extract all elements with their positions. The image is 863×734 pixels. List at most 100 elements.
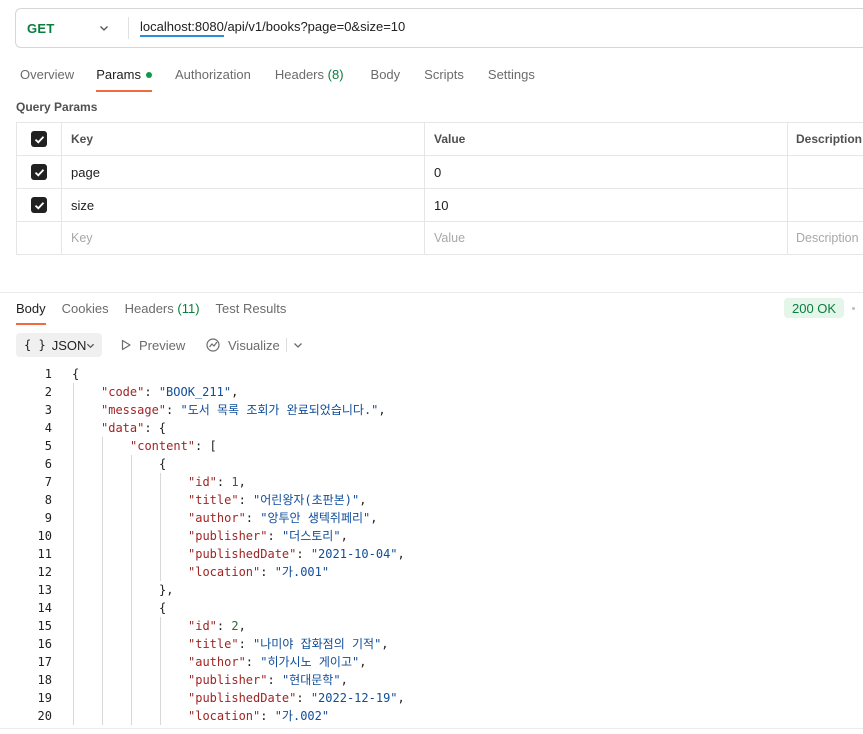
param-key-field[interactable]: size [62, 189, 425, 221]
tab-response-body[interactable]: Body [16, 301, 46, 325]
code-token: "2021-10-04" [310, 547, 398, 561]
code-token: "location" [188, 565, 261, 579]
code-token: "히가시노 게이고" [260, 655, 360, 669]
checkbox-checked-icon[interactable] [31, 164, 47, 180]
tab-label: Body [370, 67, 401, 82]
row-check-cell [17, 222, 62, 254]
code-line: 19 "publishedDate": "2022-12-19", [0, 689, 863, 707]
indent-guide [160, 707, 161, 725]
param-description-field[interactable] [788, 156, 863, 188]
code-line: 6{ [0, 455, 863, 473]
indent-guide [160, 689, 161, 707]
tab-response-headers[interactable]: Headers (11) [125, 301, 200, 325]
code-token: , [340, 529, 348, 543]
param-value-field[interactable]: 10 [425, 189, 788, 221]
tab-test-results[interactable]: Test Results [216, 301, 287, 325]
indent-guide [131, 707, 132, 725]
code-line: 12 "location": "가.001" [0, 563, 863, 581]
code-token: , [238, 475, 246, 489]
code-token: : [245, 655, 261, 669]
param-description-field[interactable] [788, 189, 863, 221]
tab-label: Overview [20, 67, 75, 82]
line-number: 3 [44, 403, 52, 417]
tab-params[interactable]: Params [96, 66, 152, 92]
tab-overview[interactable]: Overview [20, 66, 74, 92]
section-title: Query Params [16, 100, 98, 114]
checkbox-checked-icon[interactable] [31, 131, 47, 147]
chevron-down-icon[interactable] [293, 340, 303, 350]
method-select[interactable]: GET [16, 9, 128, 47]
code-text: "author": "앙투안 생텍쥐페리", [188, 509, 377, 527]
new-value-field[interactable]: Value [425, 222, 788, 254]
line-number: 13 [37, 583, 52, 597]
code-line: 8 "title": "어린왕자(초판본)", [0, 491, 863, 509]
code-token: : [260, 565, 275, 579]
tab-label: Test Results [215, 301, 287, 316]
response-body-viewer[interactable]: 1{2 "code": "BOOK_211", 3 "message": "도서 목록… [0, 365, 863, 725]
pane-divider[interactable] [0, 292, 863, 293]
code-token: "publishedDate" [188, 547, 297, 561]
visualize-button[interactable]: Visualize [205, 333, 280, 357]
code-token: : [296, 547, 311, 561]
code-token: : [216, 475, 232, 489]
code-token: { [159, 457, 167, 471]
code-token: , [231, 385, 239, 399]
checkbox-checked-icon[interactable] [31, 197, 47, 213]
preview-label: Preview [139, 337, 186, 353]
row-check-cell [17, 156, 62, 188]
new-key-field[interactable]: Key [62, 222, 425, 254]
indent-guide [131, 545, 132, 563]
indent-guide [102, 581, 103, 599]
param-key-field[interactable]: page [62, 156, 425, 188]
code-text: "publisher": "더스토리", [188, 527, 348, 545]
code-text: { [159, 455, 166, 473]
format-select[interactable]: { } JSON [16, 333, 102, 357]
tab-body[interactable]: Body [371, 66, 401, 92]
code-token: "data" [101, 421, 145, 435]
code-text: "message": "도서 목록 조회가 완료되었습니다.", [101, 401, 386, 419]
indent-guide [160, 563, 161, 581]
code-token: "더스토리" [281, 529, 341, 543]
code-token: "id" [188, 619, 217, 633]
indent-guide [73, 509, 74, 527]
code-token: , [397, 547, 405, 561]
tab-scripts[interactable]: Scripts [424, 66, 464, 92]
tab-label: Settings [487, 67, 535, 82]
url-path: /api/v1/books?page=0&size=10 [223, 19, 406, 34]
code-token: "author" [188, 655, 246, 669]
tab-label: Params [96, 67, 141, 82]
indent-guide [131, 653, 132, 671]
code-text: { [159, 599, 166, 617]
code-token: "현대문학" [281, 673, 341, 687]
new-description-field[interactable]: Description [788, 222, 863, 254]
code-token: : [144, 385, 159, 399]
param-value-field[interactable]: 0 [425, 156, 788, 188]
tab-settings[interactable]: Settings [488, 66, 535, 92]
preview-button[interactable]: Preview [120, 333, 185, 357]
code-token: "content" [130, 439, 196, 453]
code-token: : [238, 493, 254, 507]
code-line: 18 "publisher": "현대문학", [0, 671, 863, 689]
line-number: 10 [37, 529, 52, 543]
indent-guide [102, 653, 103, 671]
code-line: 1{ [0, 365, 863, 383]
url-input[interactable]: localhost:8080/api/v1/books?page=0&size=… [140, 19, 406, 37]
indent-guide [160, 653, 161, 671]
indent-guide [102, 635, 103, 653]
indent-guide [131, 581, 132, 599]
tab-cookies[interactable]: Cookies [62, 301, 109, 325]
code-token: : [296, 691, 311, 705]
more-dot-icon [852, 307, 855, 310]
code-token: , [378, 403, 386, 417]
indent-guide [102, 599, 103, 617]
line-number: 2 [44, 385, 52, 399]
tab-authorization[interactable]: Authorization [175, 66, 251, 92]
status-badge[interactable]: 200 OK [784, 298, 845, 318]
tab-headers[interactable]: Headers (8) [275, 66, 344, 92]
url-host: localhost:8080 [140, 19, 224, 37]
indent-guide [102, 473, 103, 491]
indent-guide [73, 473, 74, 491]
tab-label: Headers [274, 67, 325, 82]
indent-guide [73, 401, 74, 419]
indent-guide [73, 707, 74, 725]
